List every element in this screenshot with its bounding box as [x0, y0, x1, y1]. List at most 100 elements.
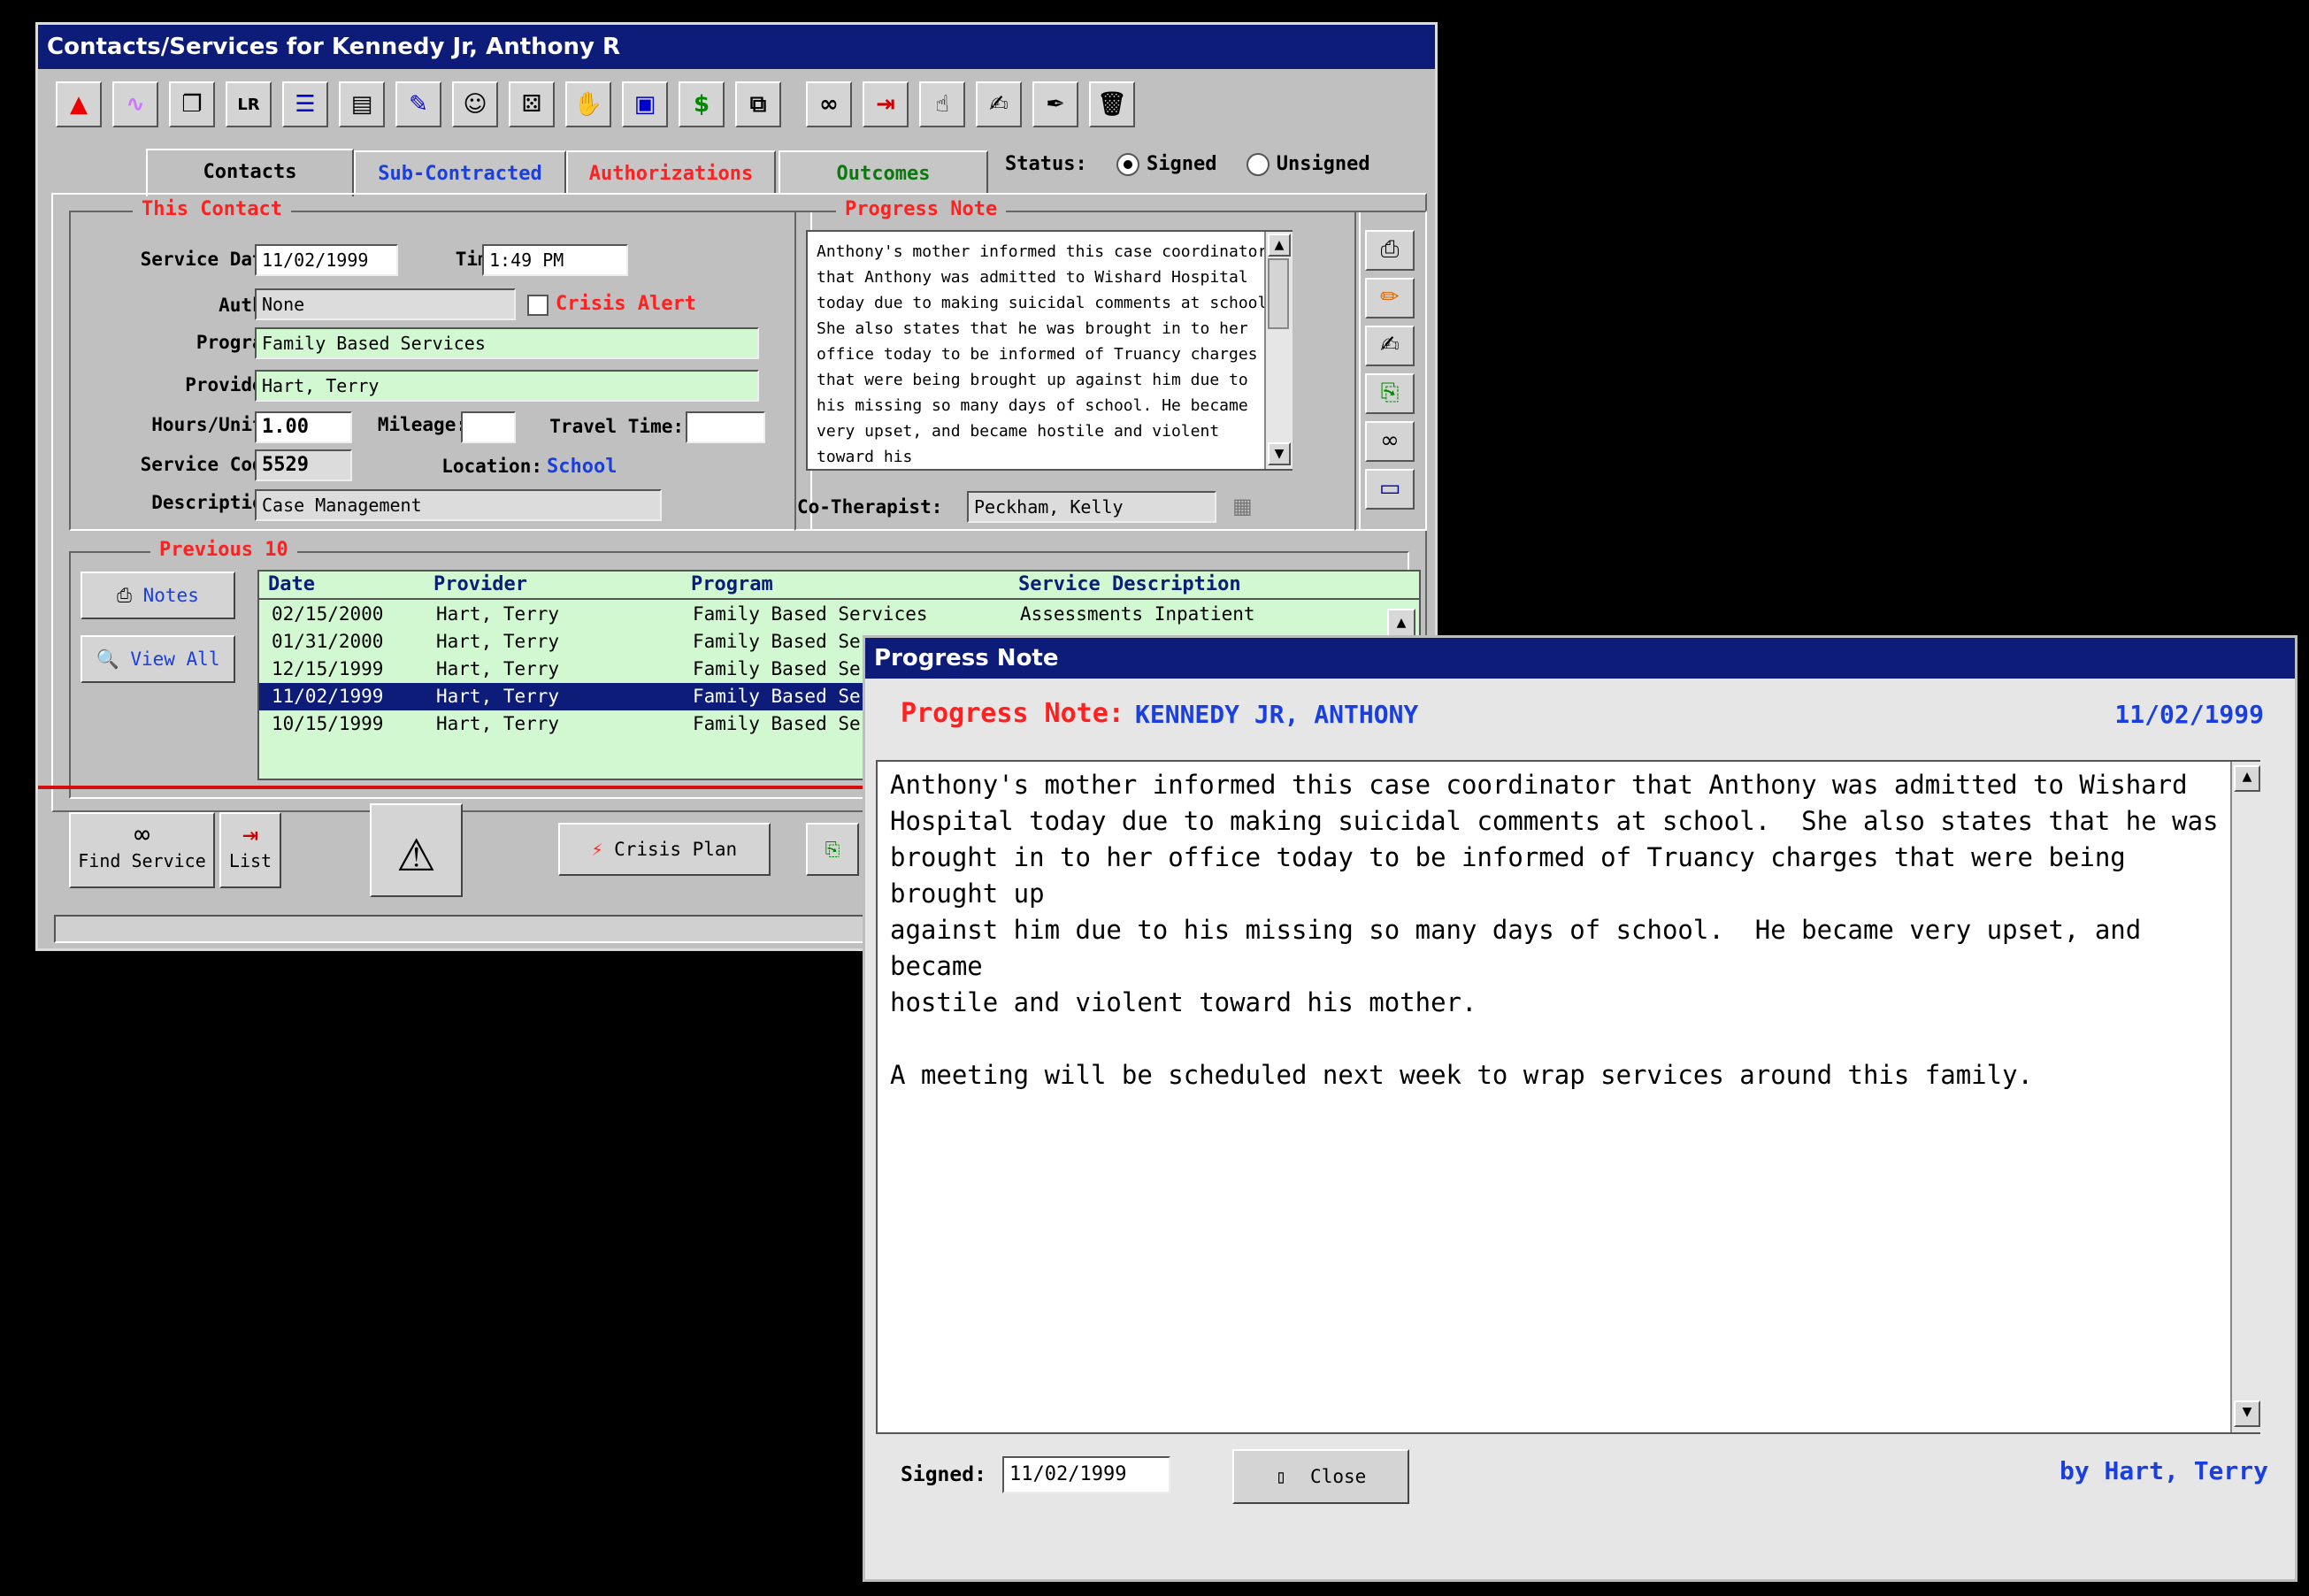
- copy-icon[interactable]: ⧉: [735, 81, 781, 127]
- list-label: List: [228, 850, 272, 871]
- row-date: 02/15/2000: [272, 603, 384, 625]
- description-field[interactable]: Case Management: [255, 489, 662, 521]
- scroll-up-icon[interactable]: ▲: [1268, 234, 1291, 257]
- previous-legend: Previous 10: [150, 539, 297, 561]
- find-service-button[interactable]: ∞ Find Service: [69, 812, 215, 888]
- view-all-button-label: View All: [130, 648, 220, 670]
- window-title: Contacts/Services for Kennedy Jr, Anthon…: [38, 25, 1435, 69]
- hours-field[interactable]: 1.00: [255, 411, 352, 443]
- dollar-icon[interactable]: $: [679, 81, 725, 127]
- table-scroll-up-icon[interactable]: ▲: [1387, 609, 1415, 637]
- dialog-note-text[interactable]: Anthony's mother informed this case coor…: [876, 760, 2260, 1434]
- handshake-icon[interactable]: ✋: [565, 81, 611, 127]
- signed-date-field[interactable]: 11/02/1999: [1002, 1456, 1170, 1493]
- print-icon[interactable]: ⎙: [1365, 230, 1415, 271]
- document-icon[interactable]: ▣: [622, 81, 668, 127]
- glasses-icon[interactable]: ∞: [1365, 421, 1415, 462]
- col-service-header: Service Description: [1018, 573, 1241, 595]
- lightning-icon: ⚡: [591, 839, 603, 860]
- row-provider: Hart, Terry: [436, 631, 560, 652]
- crisis-plan-button[interactable]: ⚡ Crisis Plan: [558, 823, 771, 876]
- tab-subcontracted[interactable]: Sub-Contracted: [354, 150, 566, 195]
- tab-contacts[interactable]: Contacts: [146, 149, 354, 196]
- crisis-plan-label: Crisis Plan: [614, 839, 738, 860]
- row-program: Family Based Ser: [693, 713, 872, 734]
- dice-icon[interactable]: ⚄: [509, 81, 555, 127]
- travel-time-field[interactable]: [686, 411, 765, 443]
- clipboard-button-icon[interactable]: ⎘: [806, 823, 859, 876]
- cotherapist-field[interactable]: Peckham, Kelly: [967, 491, 1216, 523]
- row-provider: Hart, Terry: [436, 658, 560, 679]
- row-provider: Hart, Terry: [436, 603, 560, 625]
- list-icon[interactable]: ☰: [282, 81, 328, 127]
- this-contact-legend: This Contact: [133, 198, 291, 220]
- close-button[interactable]: ▯ Close: [1232, 1449, 1409, 1504]
- table-row[interactable]: 02/15/2000 Hart, Terry Family Based Serv…: [259, 601, 1419, 628]
- help-card-icon[interactable]: ▭: [1365, 469, 1415, 510]
- pen-hand-icon[interactable]: ✒: [1032, 81, 1078, 127]
- sign-icon[interactable]: ✍: [976, 81, 1022, 127]
- mileage-label: Mileage:: [377, 414, 467, 435]
- row-date: 10/15/1999: [272, 713, 384, 734]
- hand-icon[interactable]: ☝: [919, 81, 965, 127]
- status-group: Status: Signed Unsigned: [1005, 153, 1370, 176]
- row-service: Assessments Inpatient: [1020, 603, 1255, 625]
- signed-by: by Hart, Terry: [2059, 1456, 2268, 1485]
- lr-icon[interactable]: LR: [226, 81, 272, 127]
- mileage-field[interactable]: [461, 411, 516, 443]
- exit-icon[interactable]: ⇥: [863, 81, 909, 127]
- dialog-patient-name: KENNEDY JR, ANTHONY: [1135, 700, 1419, 729]
- clipboard-green-icon[interactable]: ⎘: [1365, 373, 1415, 414]
- col-date-header: Date: [268, 573, 315, 595]
- program-field[interactable]: Family Based Services: [255, 327, 759, 359]
- tab-authorizations[interactable]: Authorizations: [566, 150, 776, 195]
- dialog-date: 11/02/1999: [2114, 700, 2264, 729]
- dialog-scrollbar[interactable]: ▲ ▼: [2230, 762, 2260, 1432]
- service-code-field[interactable]: 5529: [255, 449, 352, 481]
- lookup-icon[interactable]: ▦: [1232, 494, 1253, 518]
- tab-outcomes[interactable]: Outcomes: [779, 150, 988, 195]
- scroll-thumb[interactable]: [1268, 258, 1289, 329]
- edit-form-icon[interactable]: ✎: [395, 81, 441, 127]
- provider-field[interactable]: Hart, Terry: [255, 370, 759, 402]
- row-program: Family Based Ser: [693, 658, 872, 679]
- cotherapist-label: Co-Therapist:: [797, 496, 943, 518]
- trash-icon[interactable]: 🗑: [1089, 81, 1135, 127]
- location-label: Location:: [441, 456, 542, 477]
- clipboard-icon[interactable]: ▤: [339, 81, 385, 127]
- up-arrow-icon[interactable]: ▲: [56, 81, 102, 127]
- hours-label: Hours/Units:: [151, 414, 286, 435]
- dialog-scroll-up-icon[interactable]: ▲: [2234, 765, 2260, 792]
- row-provider: Hart, Terry: [436, 686, 560, 707]
- warning-icon[interactable]: ⚠: [370, 803, 463, 897]
- notes-button[interactable]: ⎙ Notes: [81, 572, 235, 619]
- sign-hand-icon[interactable]: ✍: [1365, 326, 1415, 366]
- link-icon[interactable]: ∿: [112, 81, 158, 127]
- window-icon[interactable]: ❐: [169, 81, 215, 127]
- printer-icon: ⎙: [117, 585, 132, 606]
- scroll-down-icon[interactable]: ▼: [1268, 442, 1291, 465]
- pencil-icon[interactable]: ✏: [1365, 278, 1415, 318]
- signed-radio[interactable]: [1116, 153, 1139, 176]
- crisis-alert-label: Crisis Alert: [556, 293, 696, 315]
- signed-label: Signed:: [901, 1463, 986, 1486]
- progress-note-legend: Progress Note: [836, 198, 1007, 220]
- travel-time-label: Travel Time:: [549, 416, 684, 437]
- dialog-scroll-down-icon[interactable]: ▼: [2234, 1400, 2260, 1427]
- status-label: Status:: [1005, 153, 1087, 175]
- service-date-field[interactable]: 11/02/1999: [255, 244, 398, 276]
- row-date: 01/31/2000: [272, 631, 384, 652]
- binoculars-icon[interactable]: ∞: [806, 81, 852, 127]
- people-icon[interactable]: ☺: [452, 81, 498, 127]
- progress-note-scrollbar[interactable]: ▲ ▼: [1264, 232, 1293, 469]
- list-button[interactable]: ⇥ List: [219, 812, 281, 888]
- col-provider-header: Provider: [433, 573, 527, 595]
- crisis-alert-checkbox[interactable]: [527, 295, 548, 316]
- description-label: Description:: [151, 492, 286, 513]
- auth-field[interactable]: None: [255, 288, 516, 320]
- time-field[interactable]: 1:49 PM: [482, 244, 628, 276]
- unsigned-radio[interactable]: [1246, 153, 1270, 176]
- view-all-button[interactable]: 🔍 View All: [81, 635, 235, 683]
- header-divider: [259, 598, 1419, 600]
- progress-note-text[interactable]: Anthony's mother informed this case coor…: [806, 230, 1293, 471]
